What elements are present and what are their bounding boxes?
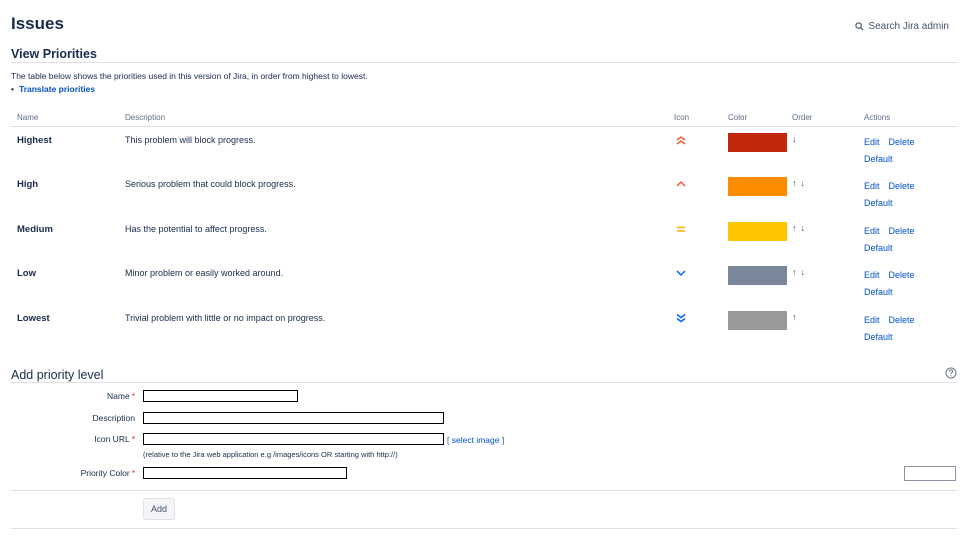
priority-description: Has the potential to affect progress. [125, 224, 267, 234]
description-label-text: Description [92, 413, 135, 423]
default-link[interactable]: Default [864, 243, 893, 253]
priority-description: Trivial problem with little or no impact… [125, 313, 326, 323]
header-icon: Icon [674, 113, 690, 122]
delete-link[interactable]: Delete [889, 181, 915, 191]
priority-color-input[interactable] [143, 467, 347, 479]
color-picker-box[interactable] [904, 466, 956, 481]
highest-priority-icon [676, 136, 686, 145]
description-label: Description [10, 413, 135, 423]
move-up-arrow[interactable]: ↑ [792, 223, 797, 233]
edit-link[interactable]: Edit [864, 137, 880, 147]
bracket-close: ] [501, 435, 505, 445]
edit-link[interactable]: Edit [864, 226, 880, 236]
delete-link[interactable]: Delete [889, 137, 915, 147]
bracket-open: [ [447, 435, 450, 445]
color-swatch [728, 311, 787, 330]
icon-url-label-text: Icon URL [94, 434, 130, 444]
translate-priorities-link[interactable]: Translate priorities [19, 84, 95, 94]
divider [11, 528, 957, 529]
priority-name: Low [17, 268, 36, 279]
page-title: Issues [11, 14, 64, 33]
delete-link[interactable]: Delete [889, 270, 915, 280]
edit-link[interactable]: Edit [864, 315, 880, 325]
header-color: Color [728, 113, 748, 122]
priority-color-label: Priority Color * [10, 468, 135, 478]
name-input[interactable] [143, 390, 298, 402]
default-link[interactable]: Default [864, 198, 893, 208]
row-actions: Edit Delete Default [864, 312, 924, 345]
high-priority-icon [676, 180, 686, 187]
search-label: Search Jira admin [868, 21, 949, 32]
bullet: • [11, 84, 14, 94]
order-controls: ↑ ↓ [792, 223, 805, 233]
move-up-arrow[interactable]: ↑ [792, 178, 797, 188]
color-swatch [728, 266, 787, 285]
default-link[interactable]: Default [864, 154, 893, 164]
default-link[interactable]: Default [864, 287, 893, 297]
add-button[interactable]: Add [143, 498, 175, 520]
table-header-divider [11, 126, 957, 127]
color-swatch [728, 222, 787, 241]
move-down-arrow[interactable]: ↓ [801, 267, 806, 277]
help-icon[interactable] [945, 367, 957, 379]
icon-url-hint: (relative to the Jira web application e.… [143, 450, 398, 459]
medium-priority-icon [677, 226, 685, 232]
priority-name: Lowest [17, 313, 50, 324]
header-actions: Actions [864, 113, 891, 122]
priority-description: Serious problem that could block progres… [125, 179, 296, 189]
delete-link[interactable]: Delete [889, 226, 915, 236]
default-link[interactable]: Default [864, 332, 893, 342]
divider [11, 62, 957, 63]
move-up-arrow[interactable]: ↑ [792, 312, 797, 322]
priority-name: Highest [17, 135, 52, 146]
priority-description: Minor problem or easily worked around. [125, 268, 284, 278]
low-priority-icon [676, 270, 686, 277]
move-down-arrow[interactable]: ↓ [801, 178, 806, 188]
row-actions: Edit Delete Default [864, 267, 924, 300]
priority-name: Medium [17, 224, 53, 235]
divider [11, 382, 957, 383]
add-priority-title: Add priority level [11, 368, 104, 382]
color-swatch [728, 133, 787, 152]
order-controls: ↑ [792, 312, 797, 322]
color-swatch [728, 177, 787, 196]
intro-text: The table below shows the priorities use… [11, 71, 368, 81]
select-image-wrapper: [ select image ] [447, 435, 504, 445]
lowest-priority-icon [676, 313, 686, 323]
required-marker: * [131, 391, 135, 401]
name-label-text: Name [107, 391, 130, 401]
search-icon [855, 22, 864, 31]
priority-description: This problem will block progress. [125, 135, 256, 145]
edit-link[interactable]: Edit [864, 270, 880, 280]
priority-name: High [17, 179, 39, 190]
icon-url-label: Icon URL * [10, 434, 135, 444]
description-input[interactable] [143, 412, 444, 424]
header-order: Order [792, 113, 813, 122]
move-down-arrow[interactable]: ↓ [801, 223, 806, 233]
edit-link[interactable]: Edit [864, 181, 880, 191]
move-up-arrow[interactable]: ↑ [792, 267, 797, 277]
header-description: Description [125, 113, 166, 122]
row-actions: Edit Delete Default [864, 178, 924, 211]
row-actions: Edit Delete Default [864, 134, 924, 167]
order-controls: ↑ ↓ [792, 267, 805, 277]
required-marker: * [131, 468, 135, 478]
name-label: Name * [10, 391, 135, 401]
header-name: Name [17, 113, 39, 122]
order-controls: ↑ ↓ [792, 178, 805, 188]
priority-color-label-text: Priority Color [80, 468, 130, 478]
move-down-arrow[interactable]: ↓ [792, 134, 797, 144]
divider [11, 490, 957, 491]
order-controls: ↓ [792, 134, 797, 144]
delete-link[interactable]: Delete [889, 315, 915, 325]
view-priorities-title: View Priorities [11, 47, 97, 61]
search-jira-admin-link[interactable]: Search Jira admin [855, 21, 949, 32]
row-actions: Edit Delete Default [864, 223, 924, 256]
icon-url-input[interactable] [143, 433, 444, 445]
required-marker: * [131, 434, 135, 444]
select-image-link[interactable]: select image [452, 435, 500, 445]
translate-item: • Translate priorities [11, 84, 95, 94]
